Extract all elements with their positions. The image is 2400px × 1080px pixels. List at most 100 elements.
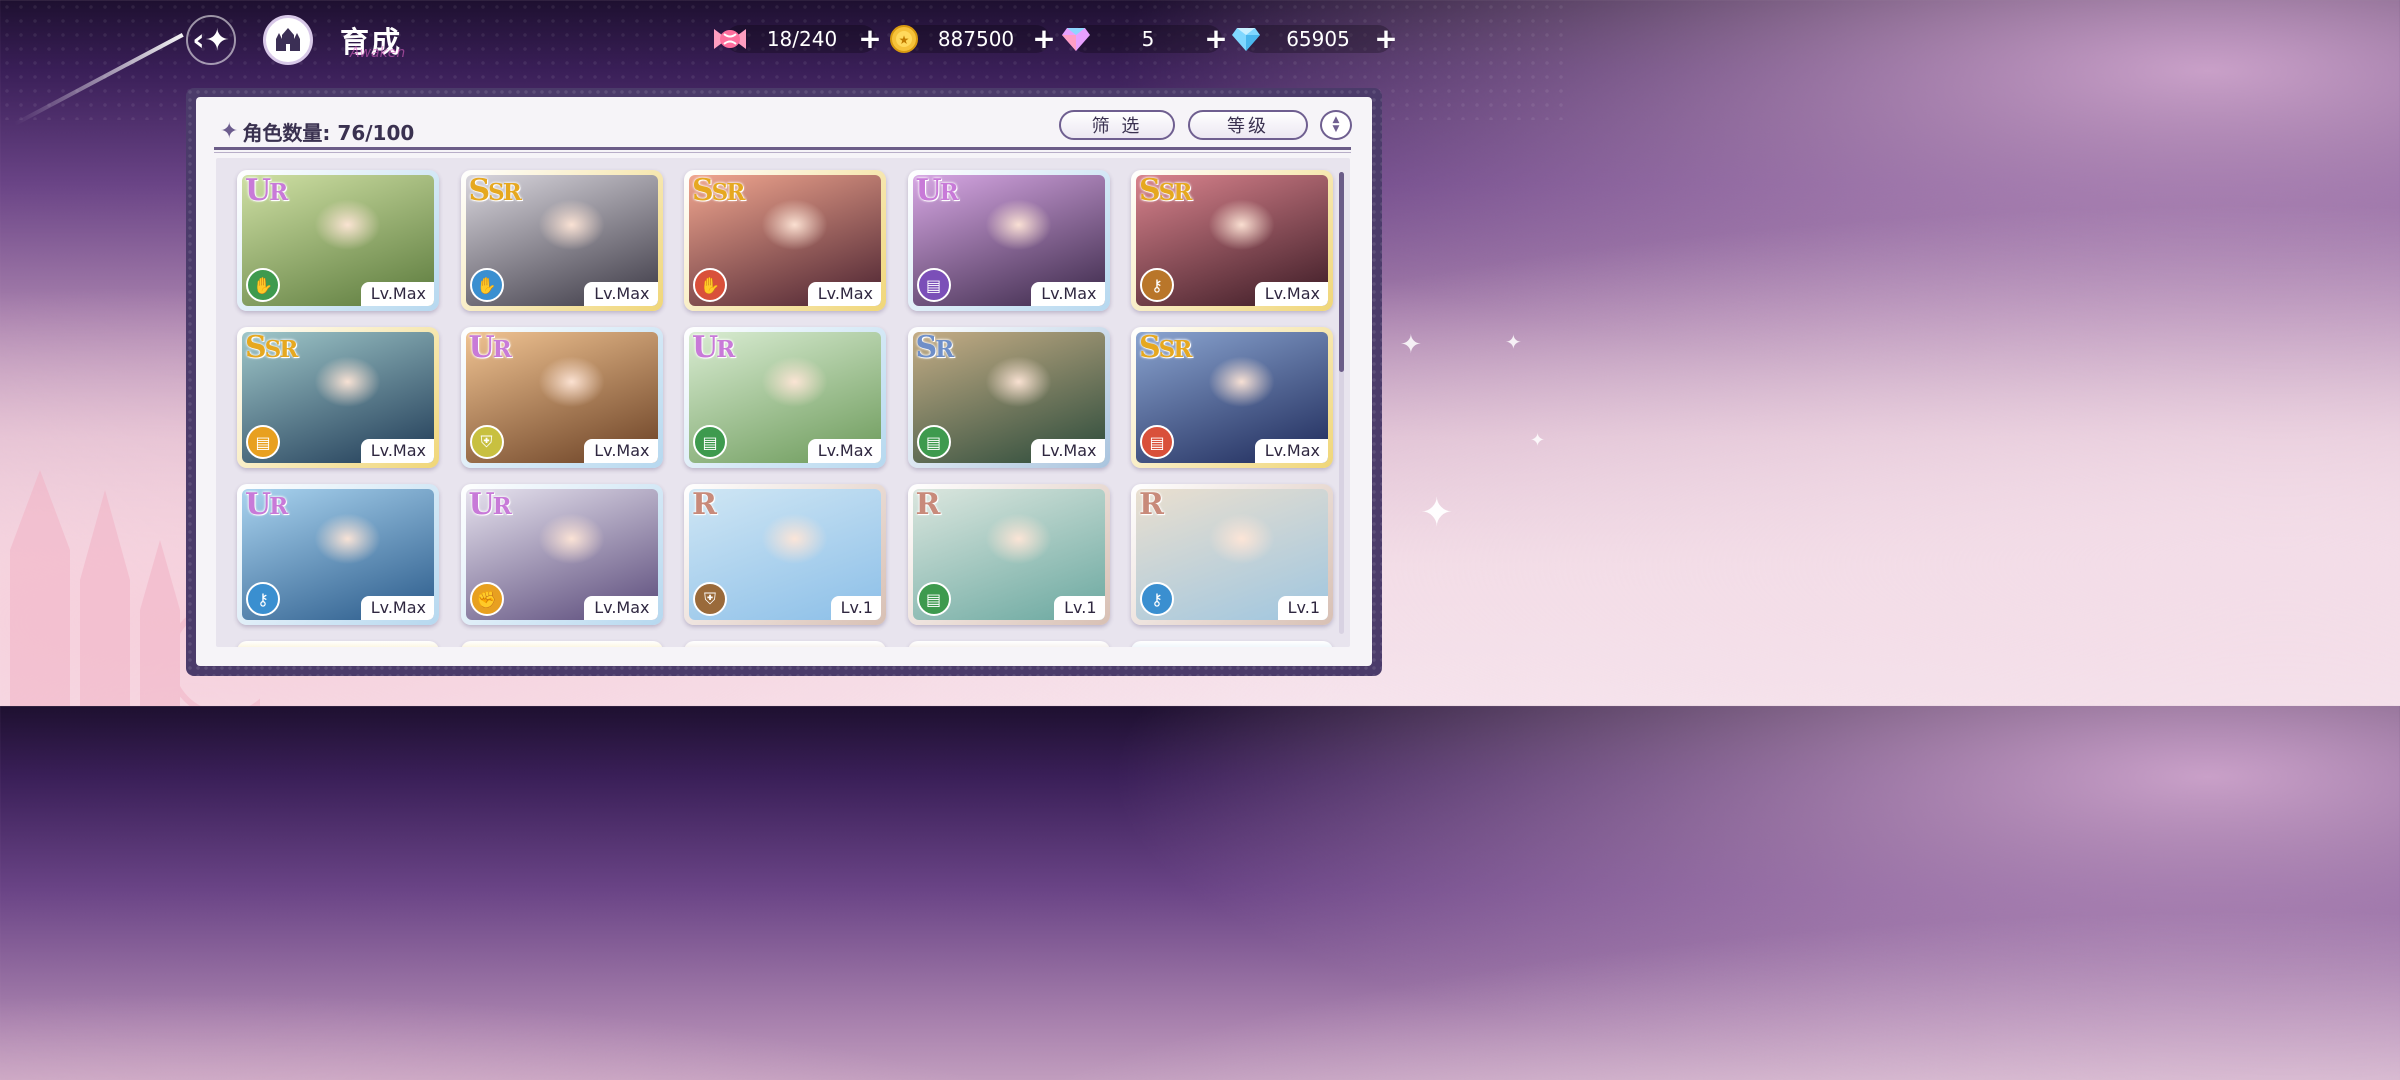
- castle-home-icon: [276, 28, 300, 51]
- level-label: Lv.Max: [584, 596, 658, 620]
- coin-value: 887500: [937, 27, 1015, 51]
- character-card[interactable]: SR ▤ Lv.Max: [907, 327, 1110, 468]
- level-label: Lv.Max: [807, 282, 881, 306]
- rarity-label: R: [1139, 489, 1164, 522]
- character-card[interactable]: SSR ✋ Lv.Max: [684, 170, 886, 311]
- character-card[interactable]: UR ⛨ Lv.Max: [460, 327, 663, 468]
- add-candy-button[interactable]: +: [856, 25, 884, 53]
- level-label: Lv.Max: [584, 439, 658, 463]
- rarity-label: SSR: [245, 332, 298, 365]
- home-button[interactable]: [263, 15, 313, 65]
- sparkle-decoration: ✦: [1505, 330, 1522, 354]
- header-divider: [214, 147, 1351, 150]
- resource-diamond: 65905 +: [1228, 21, 1400, 57]
- card-inner: R ⛨ Lv.1: [689, 489, 881, 620]
- diamond-value: 65905: [1286, 27, 1350, 51]
- back-arrow-icon: ‹✦: [192, 22, 230, 58]
- character-card-partial[interactable]: [237, 641, 439, 647]
- candy-icon: [712, 21, 748, 57]
- rarity-label: UR: [915, 175, 959, 208]
- character-card[interactable]: SSR ⚷ Lv.Max: [1131, 170, 1333, 311]
- character-card[interactable]: SSR ✋ Lv.Max: [460, 170, 663, 311]
- fist-icon: ✊: [469, 582, 504, 616]
- character-grid[interactable]: UR ✋ Lv.Max SSR ✋ Lv.Max SSR ✋ Lv.Max UR ▤ Lv.Max SS…: [216, 158, 1350, 647]
- card-inner: SSR ✋ Lv.Max: [465, 175, 658, 306]
- character-card[interactable]: R ▤ Lv.1: [907, 484, 1110, 625]
- scrollbar-thumb[interactable]: [1339, 172, 1344, 372]
- rarity-label: UR: [245, 489, 288, 522]
- character-card[interactable]: SSR ▤ Lv.Max: [237, 327, 439, 468]
- key-icon: ⚷: [246, 582, 280, 616]
- character-count-label: 角色数量: 76/100: [242, 121, 415, 145]
- key-icon: ⚷: [1140, 268, 1174, 302]
- rarity-label: UR: [245, 175, 288, 208]
- rarity-label: R: [915, 489, 941, 522]
- shield-icon: ⛨: [693, 582, 727, 616]
- book-icon: ▤: [916, 582, 951, 616]
- sparkle-decoration: ✦: [1420, 490, 1454, 536]
- svg-text:★: ★: [899, 33, 910, 47]
- rarity-label: UR: [692, 332, 735, 365]
- character-card-partial[interactable]: [684, 641, 886, 647]
- character-card-partial[interactable]: [460, 641, 663, 647]
- resource-coin: ★ 887500 +: [886, 21, 1058, 57]
- resource-candy: 18/240 +: [712, 21, 884, 57]
- level-label: Lv.Max: [584, 282, 658, 306]
- level-label: Lv.1: [1277, 596, 1328, 620]
- diamond-icon: [1228, 21, 1264, 57]
- hand-card-icon: ✋: [246, 268, 280, 302]
- level-label: Lv.Max: [1254, 282, 1328, 306]
- add-coin-button[interactable]: +: [1030, 25, 1058, 53]
- character-card[interactable]: UR ▤ Lv.Max: [907, 170, 1110, 311]
- character-card[interactable]: R ⚷ Lv.1: [1131, 484, 1333, 625]
- card-inner: UR ⚷ Lv.Max: [242, 489, 434, 620]
- rarity-label: SR: [915, 332, 955, 365]
- filter-button[interactable]: 筛 选: [1059, 110, 1175, 140]
- level-label: Lv.1: [1054, 596, 1105, 620]
- character-card[interactable]: UR ✋ Lv.Max: [237, 170, 439, 311]
- rarity-label: SSR: [468, 175, 522, 208]
- book-icon: ▤: [916, 268, 951, 302]
- candy-value: 18/240: [766, 27, 838, 51]
- character-card[interactable]: UR ✊ Lv.Max: [460, 484, 663, 625]
- card-inner: SSR ▤ Lv.Max: [1136, 332, 1328, 463]
- character-count: ✦ 角色数量: 76/100: [220, 117, 414, 146]
- key-icon: ⚷: [1140, 582, 1174, 616]
- rarity-label: R: [692, 489, 717, 522]
- card-inner: R ⚷ Lv.1: [1136, 489, 1328, 620]
- card-inner: UR ✋ Lv.Max: [242, 175, 434, 306]
- character-card[interactable]: UR ⚷ Lv.Max: [237, 484, 439, 625]
- card-inner: UR ▤ Lv.Max: [912, 175, 1105, 306]
- hand-card-icon: ✋: [693, 268, 727, 302]
- add-paid-diamond-button[interactable]: +: [1202, 25, 1230, 53]
- rarity-label: UR: [468, 489, 512, 522]
- paid-diamond-value: 5: [1141, 27, 1155, 51]
- level-label: Lv.1: [830, 596, 881, 620]
- rarity-label: SSR: [1139, 175, 1192, 208]
- sort-level-button[interactable]: 等级: [1188, 110, 1308, 140]
- sparkle-decoration: ✦: [1400, 330, 1422, 360]
- book-icon: ▤: [246, 425, 280, 459]
- character-card-partial[interactable]: [1131, 641, 1333, 647]
- character-card[interactable]: SSR ▤ Lv.Max: [1131, 327, 1333, 468]
- book-icon: ▤: [693, 425, 727, 459]
- character-card[interactable]: UR ▤ Lv.Max: [684, 327, 886, 468]
- level-label: Lv.Max: [1031, 439, 1105, 463]
- card-inner: SSR ✋ Lv.Max: [689, 175, 881, 306]
- add-diamond-button[interactable]: +: [1372, 25, 1400, 53]
- back-button[interactable]: ‹✦: [186, 15, 236, 65]
- card-inner: SSR ▤ Lv.Max: [242, 332, 434, 463]
- card-inner: UR ▤ Lv.Max: [689, 332, 881, 463]
- rarity-label: SSR: [1139, 332, 1192, 365]
- character-card-partial[interactable]: [907, 641, 1110, 647]
- book-icon: ▤: [916, 425, 951, 459]
- rarity-label: SSR: [692, 175, 745, 208]
- level-label: Lv.Max: [360, 596, 434, 620]
- card-inner: R ▤ Lv.1: [912, 489, 1105, 620]
- title-script-decoration: Awaken: [350, 45, 406, 61]
- resource-paid-diamond: 5 +: [1058, 21, 1230, 57]
- card-inner: UR ⛨ Lv.Max: [465, 332, 658, 463]
- rarity-label: UR: [468, 332, 512, 365]
- character-card[interactable]: R ⛨ Lv.1: [684, 484, 886, 625]
- sort-order-toggle[interactable]: ▲ ▼: [1320, 110, 1352, 140]
